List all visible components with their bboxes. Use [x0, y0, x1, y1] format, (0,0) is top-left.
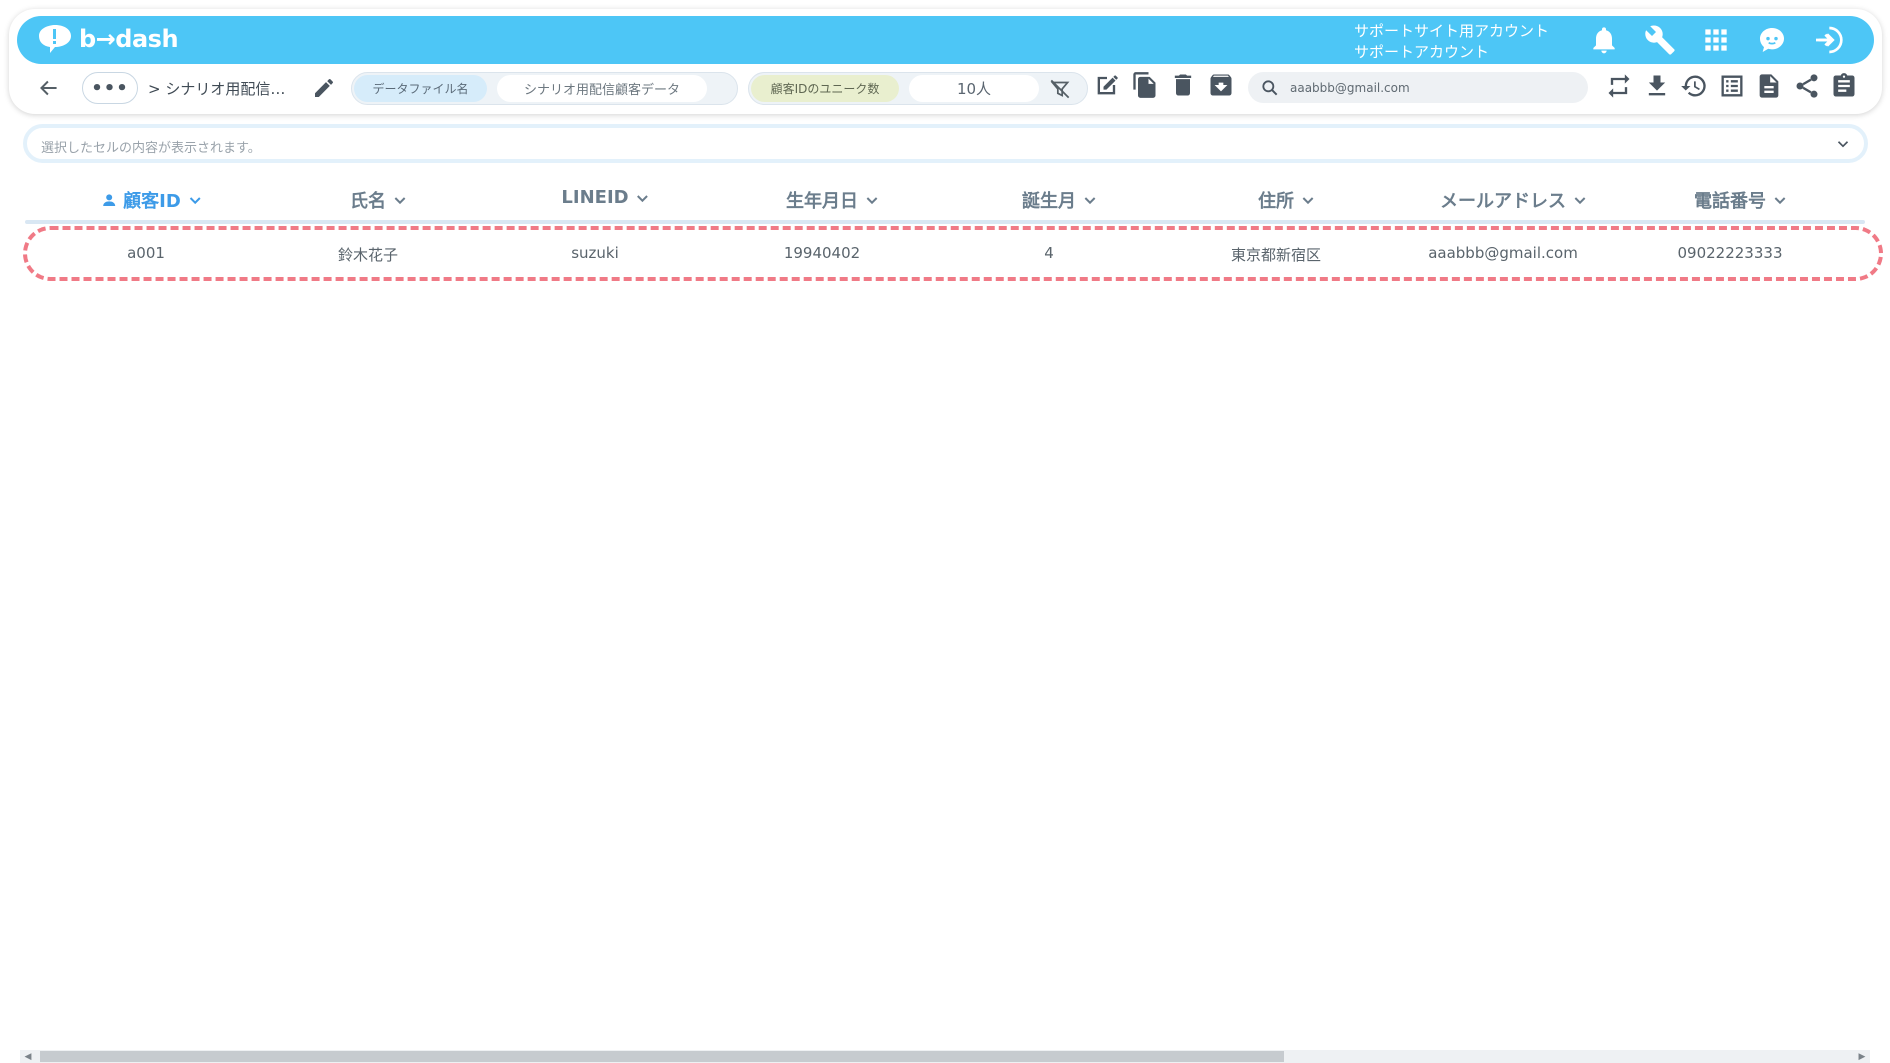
search-input[interactable] — [1290, 80, 1570, 95]
scrollbar-thumb[interactable] — [40, 1051, 1284, 1062]
copy-icon[interactable] — [1131, 71, 1159, 99]
column-header-lineid[interactable]: LINEID — [561, 187, 650, 208]
table-cell[interactable]: suzuki — [571, 244, 619, 262]
chevron-down-icon — [1574, 197, 1586, 205]
chevron-down-icon — [637, 194, 648, 202]
more-button[interactable]: ••• — [82, 72, 138, 104]
table-cell[interactable]: 鈴木花子 — [338, 244, 398, 265]
datafile-name-label: データファイル名 — [354, 75, 487, 102]
trash-icon[interactable] — [1169, 71, 1197, 99]
account-role: サポートアカウント — [1354, 43, 1490, 61]
chevron-down-icon — [866, 197, 878, 205]
header-divider — [25, 220, 1865, 224]
column-header-label: LINEID — [561, 187, 629, 208]
column-header-label: 顧客ID — [123, 191, 181, 212]
table-cell[interactable]: 19940402 — [784, 244, 860, 262]
scroll-left-arrow-icon[interactable]: ◀ — [22, 1051, 34, 1063]
column-header-address[interactable]: 住所 — [1258, 187, 1316, 213]
unique-count-field: 顧客IDのユニーク数 10人 — [748, 72, 1088, 105]
column-header-email[interactable]: メールアドレス — [1440, 187, 1588, 213]
table-cell[interactable]: 09022223333 — [1678, 244, 1783, 262]
logout-icon[interactable] — [1812, 24, 1844, 56]
grid-apps-icon[interactable] — [1700, 24, 1732, 56]
help-chat-icon[interactable] — [1756, 24, 1788, 56]
datafile-name-value[interactable]: シナリオ用配信顧客データ — [497, 75, 707, 102]
column-header-birthdate[interactable]: 生年月日 — [786, 187, 880, 213]
person-icon — [103, 194, 116, 206]
unique-count-value: 10人 — [909, 75, 1039, 102]
search-box[interactable] — [1248, 72, 1588, 103]
chevron-down-icon — [394, 197, 406, 205]
clipboard-icon[interactable] — [1830, 72, 1858, 100]
chevron-down-icon — [189, 197, 201, 205]
chevron-down-icon — [1774, 197, 1786, 205]
column-header-customer-id[interactable]: 顧客ID — [101, 187, 203, 213]
table-cell[interactable]: aaabbb@gmail.com — [1428, 244, 1578, 262]
list-view-icon[interactable] — [1718, 72, 1746, 100]
edit-icon[interactable] — [1093, 71, 1121, 99]
unique-count-label: 顧客IDのユニーク数 — [751, 75, 899, 102]
breadcrumb[interactable]: > シナリオ用配信… — [148, 78, 285, 99]
data-actions — [1605, 72, 1858, 100]
column-header-phone[interactable]: 電話番号 — [1694, 187, 1788, 213]
top-icons — [1588, 24, 1844, 56]
history-icon[interactable] — [1680, 72, 1708, 100]
table-cell[interactable]: a001 — [127, 244, 165, 262]
app-logo[interactable]: b→dash — [35, 24, 179, 54]
chevron-down-icon — [1084, 197, 1096, 205]
share-icon[interactable] — [1793, 72, 1821, 100]
cell-content-viewer[interactable]: 選択したセルの内容が表示されます。 — [23, 124, 1868, 163]
table-cell[interactable]: 4 — [1044, 244, 1054, 262]
scroll-right-arrow-icon[interactable]: ▶ — [1856, 1051, 1868, 1063]
column-header-label: 誕生月 — [1022, 191, 1076, 212]
table-cell[interactable]: 東京都新宿区 — [1231, 244, 1321, 265]
download-icon[interactable] — [1643, 72, 1671, 100]
column-header-label: 氏名 — [350, 191, 386, 212]
logo-text: b→dash — [79, 25, 179, 53]
top-bar: b→dash サポートサイト用アカウント サポートアカウント — [17, 16, 1874, 64]
archive-icon[interactable] — [1207, 71, 1235, 99]
column-header-label: メールアドレス — [1440, 191, 1566, 212]
chevron-down-icon[interactable] — [1834, 135, 1852, 153]
toolbar: ••• > シナリオ用配信… データファイル名 シナリオ用配信顧客データ 顧客I… — [22, 67, 1872, 109]
column-header-label: 電話番号 — [1694, 191, 1766, 212]
cell-content-placeholder: 選択したセルの内容が表示されます。 — [41, 141, 261, 156]
table-row[interactable]: a001 鈴木花子 suzuki 19940402 4 東京都新宿区 aaabb… — [25, 228, 1865, 277]
column-header-label: 生年月日 — [786, 191, 858, 212]
search-icon — [1262, 79, 1278, 95]
file-actions — [1093, 71, 1235, 99]
rename-pencil-icon[interactable] — [312, 76, 336, 100]
chevron-down-icon — [1302, 197, 1314, 205]
repeat-icon[interactable] — [1605, 72, 1633, 100]
logo-bubble-icon — [39, 25, 71, 53]
bell-icon[interactable] — [1588, 24, 1620, 56]
account-name: サポートサイト用アカウント — [1354, 22, 1550, 40]
clear-filter-icon[interactable] — [1047, 76, 1073, 102]
table-header: 顧客ID 氏名 LINEID 生年月日 誕生月 住所 メールアドレス 電話番号 — [25, 183, 1865, 219]
column-header-name[interactable]: 氏名 — [350, 187, 408, 213]
account-info[interactable]: サポートサイト用アカウント サポートアカウント — [1354, 21, 1549, 63]
back-arrow-icon[interactable] — [36, 75, 62, 101]
horizontal-scrollbar[interactable]: ◀ ▶ — [20, 1050, 1870, 1063]
column-header-birth-month[interactable]: 誕生月 — [1022, 187, 1098, 213]
wrench-icon[interactable] — [1644, 24, 1676, 56]
document-icon[interactable] — [1755, 72, 1783, 100]
datafile-name-field: データファイル名 シナリオ用配信顧客データ — [351, 72, 738, 105]
column-header-label: 住所 — [1258, 191, 1294, 212]
